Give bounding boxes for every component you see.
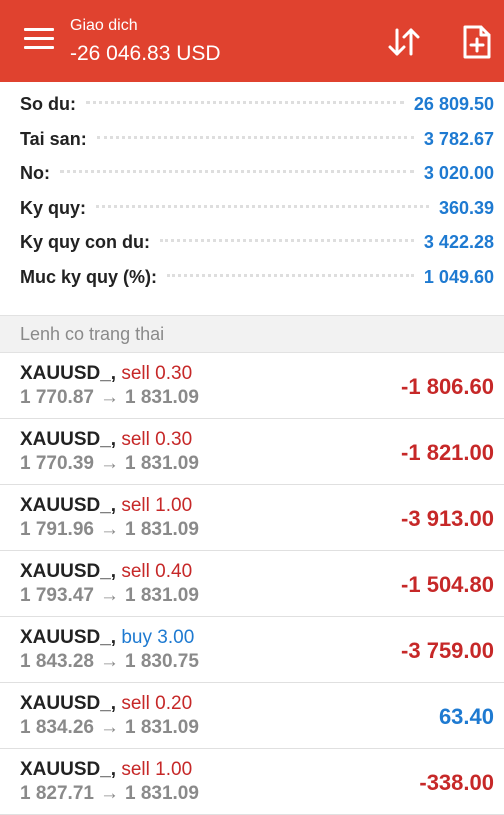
order-volume: 0.20 — [155, 693, 193, 714]
arrow-right-icon: → — [99, 387, 119, 408]
order-symbol: XAUUSD_, — [20, 693, 117, 714]
arrow-right-icon: → — [99, 585, 119, 606]
summary-label: Muc ky quy (%): — [20, 266, 158, 287]
summary-value: 26 809.50 — [413, 94, 494, 114]
order-profit: -338.00 — [419, 770, 494, 795]
order-open-price: 1 793.47 — [20, 585, 94, 606]
order-current-price: 1 831.09 — [124, 453, 199, 474]
order-row[interactable]: XAUUSD_, sell 0.30 1 770.87 → 1 831.09 -1 … — [0, 353, 504, 419]
order-open-price: 1 827.71 — [20, 783, 94, 804]
order-current-price: 1 830.75 — [124, 651, 199, 672]
app-bar: Giao dich -26 046.83 USD — [0, 0, 504, 82]
order-current-price: 1 831.09 — [124, 717, 199, 738]
account-summary: So du: 26 809.50 Tai san: 3 782.67 No: 3… — [0, 82, 504, 315]
summary-row-balance: So du: 26 809.50 — [0, 94, 504, 129]
summary-value: 3 422.28 — [423, 232, 494, 252]
arrow-right-icon: → — [99, 453, 119, 474]
summary-value: 3 020.00 — [423, 163, 494, 183]
order-profit: -1 806.60 — [401, 374, 494, 399]
order-volume: 0.30 — [155, 363, 193, 384]
order-volume: 0.30 — [155, 429, 193, 450]
dotted-leader — [60, 170, 414, 173]
order-profit: -1 504.80 — [401, 572, 494, 597]
order-side: sell — [121, 759, 150, 780]
order-side: sell — [121, 363, 150, 384]
sort-icon[interactable] — [386, 24, 422, 60]
order-volume: 1.00 — [155, 495, 193, 516]
summary-value: 360.39 — [438, 197, 494, 218]
summary-label: Ky quy: — [20, 197, 87, 218]
summary-label: No: — [20, 163, 50, 183]
summary-label: Tai san: — [20, 128, 87, 149]
order-profit: 63.40 — [438, 704, 494, 729]
order-profit: -3 759.00 — [401, 638, 494, 663]
summary-row-margin-level: Muc ky quy (%): 1 049.60 — [0, 267, 504, 302]
order-profit: -3 913.00 — [401, 506, 494, 531]
order-row[interactable]: XAUUSD_, buy 3.00 1 843.28 → 1 830.75 -3 7… — [0, 617, 504, 683]
order-row[interactable]: XAUUSD_, sell 0.40 1 793.47 → 1 831.09 -1 … — [0, 551, 504, 617]
order-open-price: 1 770.39 — [20, 453, 94, 474]
summary-row-equity: Tai san: 3 782.67 — [0, 129, 504, 164]
order-symbol: XAUUSD_, — [20, 363, 117, 384]
app-subtitle: Giao dich — [70, 17, 138, 34]
order-row[interactable]: XAUUSD_, sell 0.20 1 834.26 → 1 831.09 63.… — [0, 683, 504, 749]
dotted-leader — [96, 135, 414, 139]
order-symbol: XAUUSD_, — [20, 429, 117, 450]
order-open-price: 1 834.26 — [20, 717, 94, 738]
arrow-right-icon: → — [99, 651, 119, 672]
order-side: sell — [121, 561, 150, 582]
order-open-price: 1 791.96 — [20, 519, 94, 540]
summary-value: 3 782.67 — [423, 128, 494, 149]
summary-label: Ky quy con du: — [20, 232, 150, 252]
new-document-icon[interactable] — [462, 24, 492, 60]
menu-icon[interactable] — [24, 28, 54, 52]
title-block: Giao dich -26 046.83 USD — [70, 16, 221, 68]
order-current-price: 1 831.09 — [124, 519, 199, 540]
order-current-price: 1 831.09 — [124, 387, 199, 408]
open-positions-header: Lenh co trang thai — [0, 315, 504, 353]
order-current-price: 1 831.09 — [124, 585, 199, 606]
order-current-price: 1 831.09 — [124, 783, 199, 804]
order-volume: 1.00 — [155, 759, 193, 780]
dotted-leader — [96, 204, 429, 208]
dotted-leader — [86, 101, 404, 104]
arrow-right-icon: → — [99, 519, 119, 540]
order-open-price: 1 770.87 — [20, 387, 94, 408]
order-profit: -1 821.00 — [401, 440, 494, 465]
dotted-leader — [160, 239, 414, 242]
summary-label: So du: — [20, 94, 76, 114]
order-side: sell — [121, 429, 150, 450]
order-symbol: XAUUSD_, — [20, 627, 117, 648]
order-open-price: 1 843.28 — [20, 651, 94, 672]
order-volume: 0.40 — [155, 561, 193, 582]
order-symbol: XAUUSD_, — [20, 495, 117, 516]
order-row[interactable]: XAUUSD_, sell 1.00 1 827.71 → 1 831.09 -33… — [0, 749, 504, 815]
order-side: sell — [121, 693, 150, 714]
order-row[interactable]: XAUUSD_, sell 1.00 1 791.96 → 1 831.09 -3 … — [0, 485, 504, 551]
summary-value: 1 049.60 — [423, 266, 494, 287]
order-row[interactable]: XAUUSD_, sell 0.30 1 770.39 → 1 831.09 -1 … — [0, 419, 504, 485]
arrow-right-icon: → — [99, 717, 119, 738]
arrow-right-icon: → — [99, 783, 119, 804]
orders-list: XAUUSD_, sell 0.30 1 770.87 → 1 831.09 -1 … — [0, 353, 504, 815]
order-side: sell — [121, 495, 150, 516]
account-profit-title: -26 046.83 USD — [70, 42, 221, 65]
summary-row-free-margin: Ky quy con du: 3 422.28 — [0, 232, 504, 267]
dotted-leader — [167, 273, 414, 277]
order-side: buy — [121, 627, 152, 648]
order-symbol: XAUUSD_, — [20, 561, 117, 582]
summary-row-margin: Ky quy: 360.39 — [0, 198, 504, 233]
order-symbol: XAUUSD_, — [20, 759, 117, 780]
summary-row-credit: No: 3 020.00 — [0, 163, 504, 198]
order-volume: 3.00 — [157, 627, 195, 648]
